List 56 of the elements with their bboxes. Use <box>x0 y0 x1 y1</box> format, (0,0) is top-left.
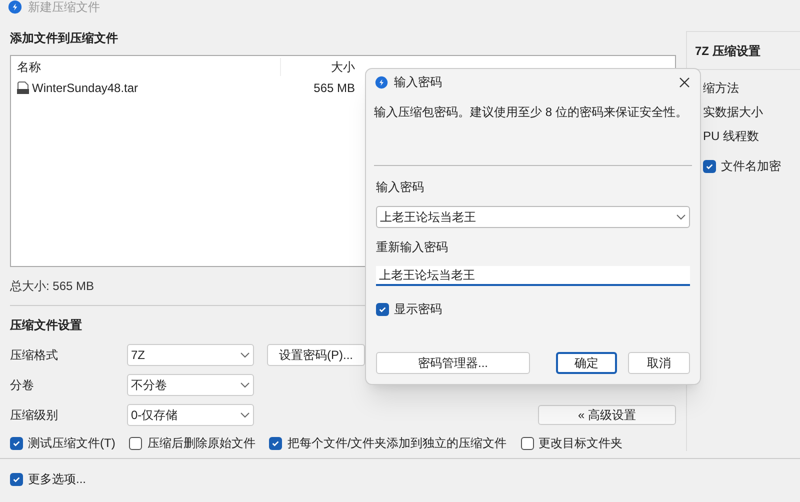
close-icon[interactable] <box>679 76 690 88</box>
field-label: 压缩格式 <box>10 347 59 364</box>
setting-label: 实数据大小 <box>703 104 764 119</box>
dialog-title: 输入密码 <box>394 74 442 91</box>
column-header[interactable]: 名称 <box>11 58 281 76</box>
option-label: 测试压缩文件(T) <box>28 435 116 452</box>
chevron-down-icon <box>240 412 250 418</box>
app-logo-icon <box>8 0 22 14</box>
app-logo-icon <box>375 76 388 88</box>
dialog-button[interactable]: 密码管理器... <box>376 352 530 374</box>
archive-file-icon <box>16 81 30 95</box>
checkbox[interactable] <box>520 436 534 450</box>
dialog-button[interactable]: 确定 <box>556 352 617 374</box>
option-label: 更多选项... <box>28 471 86 488</box>
field-label: 分卷 <box>10 377 35 394</box>
check-icon <box>378 304 387 314</box>
dropdown[interactable]: 7Z <box>127 344 254 366</box>
option-label: 压缩后删除原始文件 <box>147 435 256 452</box>
checkbox[interactable] <box>376 302 389 316</box>
section-title: 压缩文件设置 <box>10 317 83 334</box>
field-label: 输入密码 <box>376 179 425 196</box>
confirm-password-field[interactable]: 上老王论坛当老王 <box>376 266 690 286</box>
dialog-message: 输入压缩包密码。建议使用至少 8 位的密码来保证安全性。 <box>374 104 688 119</box>
option-label: 显示密码 <box>394 301 442 318</box>
panel-title: 7Z 压缩设置 <box>695 43 762 60</box>
check-icon <box>705 162 714 170</box>
checkbox[interactable] <box>703 160 716 172</box>
window-title: 新建压缩文件 <box>28 0 100 16</box>
field-label: 压缩级别 <box>10 407 59 424</box>
dialog-button[interactable]: 取消 <box>628 352 690 374</box>
checkbox[interactable] <box>10 472 23 486</box>
dropdown[interactable]: 不分卷 <box>127 374 254 396</box>
field-label: 重新输入密码 <box>376 239 449 256</box>
file-size: 565 MB <box>312 80 356 97</box>
password-field[interactable]: 上老王论坛当老王 <box>376 206 690 228</box>
section-title: 添加文件到压缩文件 <box>10 30 119 47</box>
option-label: 把每个文件/文件夹添加到独立的压缩文件 <box>287 435 507 452</box>
dropdown[interactable]: 0-仅存储 <box>127 404 254 426</box>
chevron-down-icon <box>676 214 686 220</box>
checkbox[interactable] <box>10 436 23 450</box>
setting-label: 缩方法 <box>703 80 740 95</box>
check-icon <box>271 438 280 448</box>
total-size: 总大小: 565 MB <box>10 278 96 295</box>
chevron-down-icon <box>240 382 250 388</box>
checkbox[interactable] <box>129 436 142 450</box>
check-icon <box>12 474 21 484</box>
advanced-settings-button[interactable]: « 高级设置 <box>538 405 676 425</box>
chevron-down-icon <box>240 352 250 358</box>
option-label: 更改目标文件夹 <box>538 435 623 452</box>
setting-label: PU 线程数 <box>703 128 760 143</box>
column-header[interactable]: 大小 <box>281 58 357 76</box>
checkbox[interactable] <box>269 436 282 450</box>
option-label: 文件名加密 <box>721 158 781 175</box>
file-name: WinterSunday48.tar <box>32 80 138 97</box>
set-password-button[interactable]: 设置密码(P)... <box>267 344 365 366</box>
check-icon <box>12 438 21 448</box>
